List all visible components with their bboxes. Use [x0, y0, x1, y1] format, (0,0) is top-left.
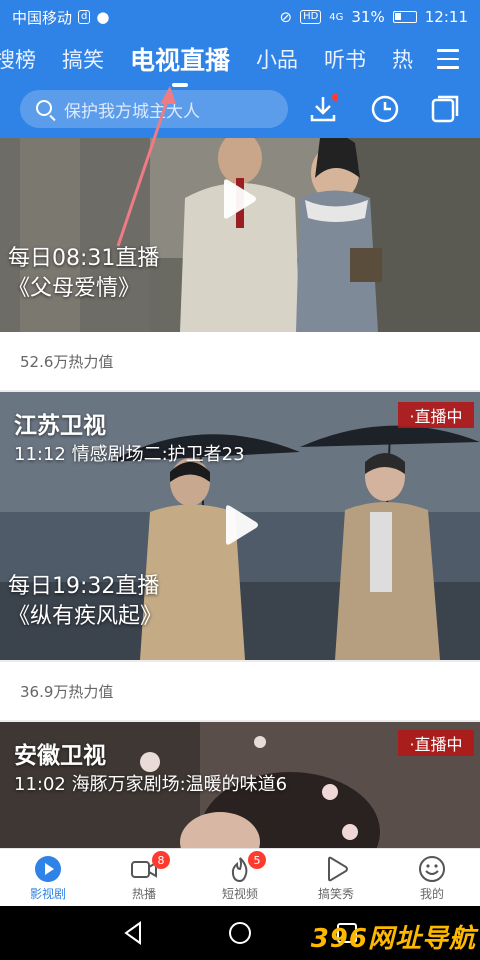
tab-search-rank[interactable]: 搜榜: [0, 44, 36, 74]
multi-window-icon[interactable]: [430, 94, 460, 124]
card-show-title: 《父母爱情》: [8, 276, 141, 301]
nav-label: 影视剧: [29, 887, 66, 901]
status-right: ⊘ HD 4G 31% 12:11: [279, 8, 468, 26]
back-icon[interactable]: [120, 920, 146, 946]
heat-value: 52.6万热力值: [0, 332, 480, 390]
battery-label: 31%: [351, 8, 385, 26]
card-thumbnail[interactable]: 每日08:31直播 《父母爱情》: [0, 138, 480, 332]
app-notification-icon: d: [78, 10, 91, 24]
message-icon: ●: [96, 8, 110, 26]
live-badge: ·直播中: [398, 402, 474, 428]
bottom-nav: 影视剧 8 热播 5 短视频 搞笑秀 我的: [0, 848, 480, 906]
carrier-label: 中国移动: [12, 8, 73, 27]
history-clock-icon[interactable]: [370, 94, 400, 124]
carrier-group: 中国移动 d ●: [12, 7, 109, 28]
card-schedule: 每日19:32直播: [8, 574, 160, 599]
play-outline-icon: [328, 856, 348, 882]
card-schedule: 每日08:31直播: [8, 246, 160, 271]
search-placeholder: 保护我方城主大人: [64, 101, 200, 122]
tab-tv-live[interactable]: 电视直播: [130, 41, 230, 87]
nav-badge: 5: [248, 851, 266, 869]
battery-icon: [392, 11, 417, 23]
channel-name: 安徽卫视: [14, 743, 106, 769]
tab-audiobook[interactable]: 听书: [324, 44, 366, 74]
nav-label: 短视频: [221, 887, 258, 901]
nav-badge: 8: [152, 851, 170, 869]
menu-icon: [437, 49, 459, 52]
search-bar[interactable]: 保护我方城主大人: [20, 90, 288, 128]
tab-sketch[interactable]: 小品: [256, 44, 298, 74]
download-icon[interactable]: [308, 94, 338, 124]
header: 中国移动 d ● ⊘ HD 4G 31% 12:11 搜榜 搞笑 电视直播 小品…: [0, 0, 480, 138]
mute-icon: ⊘: [279, 8, 293, 26]
search-icon: [36, 100, 52, 116]
card-thumbnail[interactable]: 江苏卫视 11:12 情感剧场二:护卫者23 ·直播中 每日19:32直播 《纵…: [0, 392, 480, 660]
nav-item-hot[interactable]: 8 热播: [96, 849, 192, 906]
signal-icon: 4G: [329, 11, 344, 23]
channel-name: 江苏卫视: [14, 413, 106, 439]
nav-item-funny-show[interactable]: 搞笑秀: [288, 849, 384, 906]
hd-badge: HD: [300, 10, 322, 24]
nav-label: 热播: [131, 887, 156, 901]
nav-item-movies[interactable]: 影视剧: [0, 849, 96, 906]
play-icon[interactable]: [220, 178, 258, 220]
card-show-title: 《纵有疾风起》: [8, 604, 163, 629]
clock: 12:11: [424, 8, 468, 26]
nav-item-me[interactable]: 我的: [384, 849, 480, 906]
play-icon[interactable]: [222, 504, 260, 546]
watermark-logo: 396网址导航: [310, 924, 476, 954]
status-bar: 中国移动 d ● ⊘ HD 4G 31% 12:11: [0, 0, 480, 34]
tv-card[interactable]: 江苏卫视 11:12 情感剧场二:护卫者23 ·直播中 每日19:32直播 《纵…: [0, 392, 480, 720]
nav-item-short-video[interactable]: 5 短视频: [192, 849, 288, 906]
play-circle-icon: [35, 856, 61, 882]
current-program: 11:02 海豚万家剧场:温暖的味道6: [14, 774, 288, 795]
tv-card[interactable]: 每日08:31直播 《父母爱情》 52.6万热力值: [0, 138, 480, 390]
smiley-icon: [419, 856, 445, 882]
menu-button[interactable]: [426, 44, 470, 74]
category-tabs: 搜榜 搞笑 电视直播 小品 听书 热: [0, 36, 474, 87]
home-icon[interactable]: [227, 920, 253, 946]
app-root: 中国移动 d ● ⊘ HD 4G 31% 12:11 搜榜 搞笑 电视直播 小品…: [0, 0, 480, 960]
heat-value: 36.9万热力值: [0, 662, 480, 720]
card-thumbnail[interactable]: 安徽卫视 11:02 海豚万家剧场:温暖的味道6 ·直播中: [0, 722, 480, 848]
nav-label: 我的: [419, 887, 444, 901]
live-badge: ·直播中: [398, 730, 474, 756]
nav-label: 搞笑秀: [317, 887, 354, 901]
current-program: 11:12 情感剧场二:护卫者23: [14, 444, 245, 465]
tv-card[interactable]: 安徽卫视 11:02 海豚万家剧场:温暖的味道6 ·直播中: [0, 722, 480, 848]
tab-funny[interactable]: 搞笑: [62, 44, 104, 74]
tab-hot[interactable]: 热: [392, 44, 413, 74]
